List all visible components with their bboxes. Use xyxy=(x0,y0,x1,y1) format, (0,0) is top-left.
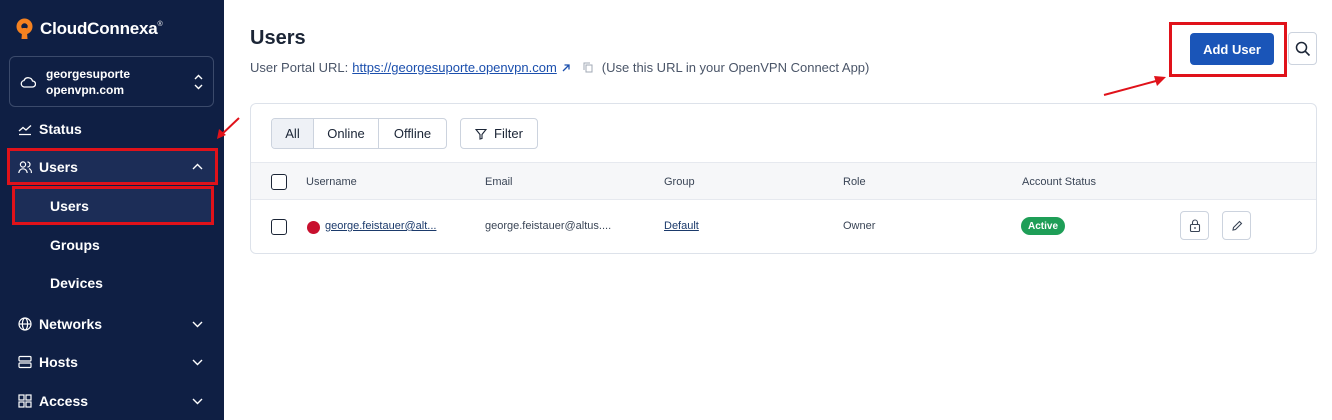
annotation-arrow-icon xyxy=(217,117,240,139)
nav-hosts[interactable]: Hosts xyxy=(18,354,78,370)
brand-registered-mark: ® xyxy=(157,21,163,28)
chevron-down-icon[interactable] xyxy=(192,321,203,328)
portal-url-hint: (Use this URL in your OpenVPN Connect Ap… xyxy=(601,60,870,75)
nav-hosts-label: Hosts xyxy=(39,354,78,370)
openvpn-logo-icon xyxy=(16,18,33,39)
cloud-icon xyxy=(20,76,36,88)
brand-name: CloudConnexa xyxy=(40,19,158,38)
nav-networks[interactable]: Networks xyxy=(18,316,102,332)
nav-status-label: Status xyxy=(39,121,82,137)
column-header-username[interactable]: Username xyxy=(306,176,357,188)
table-row: george.feistauer@alt... george.feistauer… xyxy=(251,200,1316,254)
role-cell: Owner xyxy=(843,220,876,232)
lock-user-button[interactable] xyxy=(1180,211,1209,240)
page-title: Users xyxy=(250,27,306,49)
tab-all[interactable]: All xyxy=(272,119,314,148)
column-header-email[interactable]: Email xyxy=(485,176,513,188)
edit-user-button[interactable] xyxy=(1222,211,1251,240)
nav-access-label: Access xyxy=(39,393,89,409)
nav-sub-groups[interactable]: Groups xyxy=(50,237,100,253)
nav-status[interactable]: Status xyxy=(18,121,82,137)
nav-networks-label: Networks xyxy=(39,316,103,332)
globe-icon xyxy=(18,317,32,331)
column-header-role[interactable]: Role xyxy=(843,176,866,188)
user-portal-url-row: User Portal URL: https://georgesuporte.o… xyxy=(250,60,869,75)
filter-icon xyxy=(475,128,488,140)
select-all-checkbox[interactable] xyxy=(271,174,287,190)
tab-online[interactable]: Online xyxy=(314,119,379,148)
org-domain: openvpn.com xyxy=(46,82,125,97)
row-checkbox[interactable] xyxy=(271,219,287,235)
chart-line-icon xyxy=(18,125,32,136)
chevron-down-icon[interactable] xyxy=(192,359,203,366)
user-status-dot xyxy=(307,221,320,234)
status-filter-tabs: All Online Offline xyxy=(271,118,447,149)
nav-access[interactable]: Access xyxy=(18,393,88,409)
users-table-card: All Online Offline Filter Username Email… xyxy=(250,103,1317,254)
filter-label: Filter xyxy=(494,126,523,141)
group-link[interactable]: Default xyxy=(664,220,699,232)
username-link[interactable]: george.feistauer@alt... xyxy=(325,220,436,232)
status-badge: Active xyxy=(1021,217,1066,235)
portal-url-link[interactable]: https://georgesuporte.openvpn.com xyxy=(352,60,557,75)
column-header-account-status[interactable]: Account Status xyxy=(1022,176,1096,188)
pencil-icon xyxy=(1231,220,1242,231)
portal-url-label: User Portal URL: xyxy=(250,60,349,75)
external-link-icon[interactable] xyxy=(561,63,571,73)
filter-button[interactable]: Filter xyxy=(460,118,538,149)
search-button[interactable] xyxy=(1288,32,1317,65)
chevron-up-down-icon xyxy=(194,74,203,90)
nav-sub-devices[interactable]: Devices xyxy=(50,275,103,291)
add-user-button[interactable]: Add User xyxy=(1190,33,1274,65)
annotation-box-users-nav xyxy=(7,148,218,185)
brand-logo[interactable]: CloudConnexa® xyxy=(15,18,163,40)
column-header-group[interactable]: Group xyxy=(664,176,695,188)
chevron-down-icon[interactable] xyxy=(192,398,203,405)
org-name: georgesuporte xyxy=(46,66,131,81)
server-icon xyxy=(18,355,32,369)
tab-offline[interactable]: Offline xyxy=(379,119,446,148)
copy-icon[interactable] xyxy=(583,62,593,73)
org-switcher[interactable]: georgesuporte openvpn.com xyxy=(9,56,214,107)
annotation-box-users-sub xyxy=(12,186,214,225)
email-cell: george.feistauer@altus.... xyxy=(485,220,612,232)
search-icon xyxy=(1295,41,1310,56)
lock-icon xyxy=(1189,219,1200,232)
table-header: Username Email Group Role Account Status xyxy=(251,162,1316,200)
grid-icon xyxy=(18,394,32,408)
annotation-arrow-icon xyxy=(1103,76,1166,96)
